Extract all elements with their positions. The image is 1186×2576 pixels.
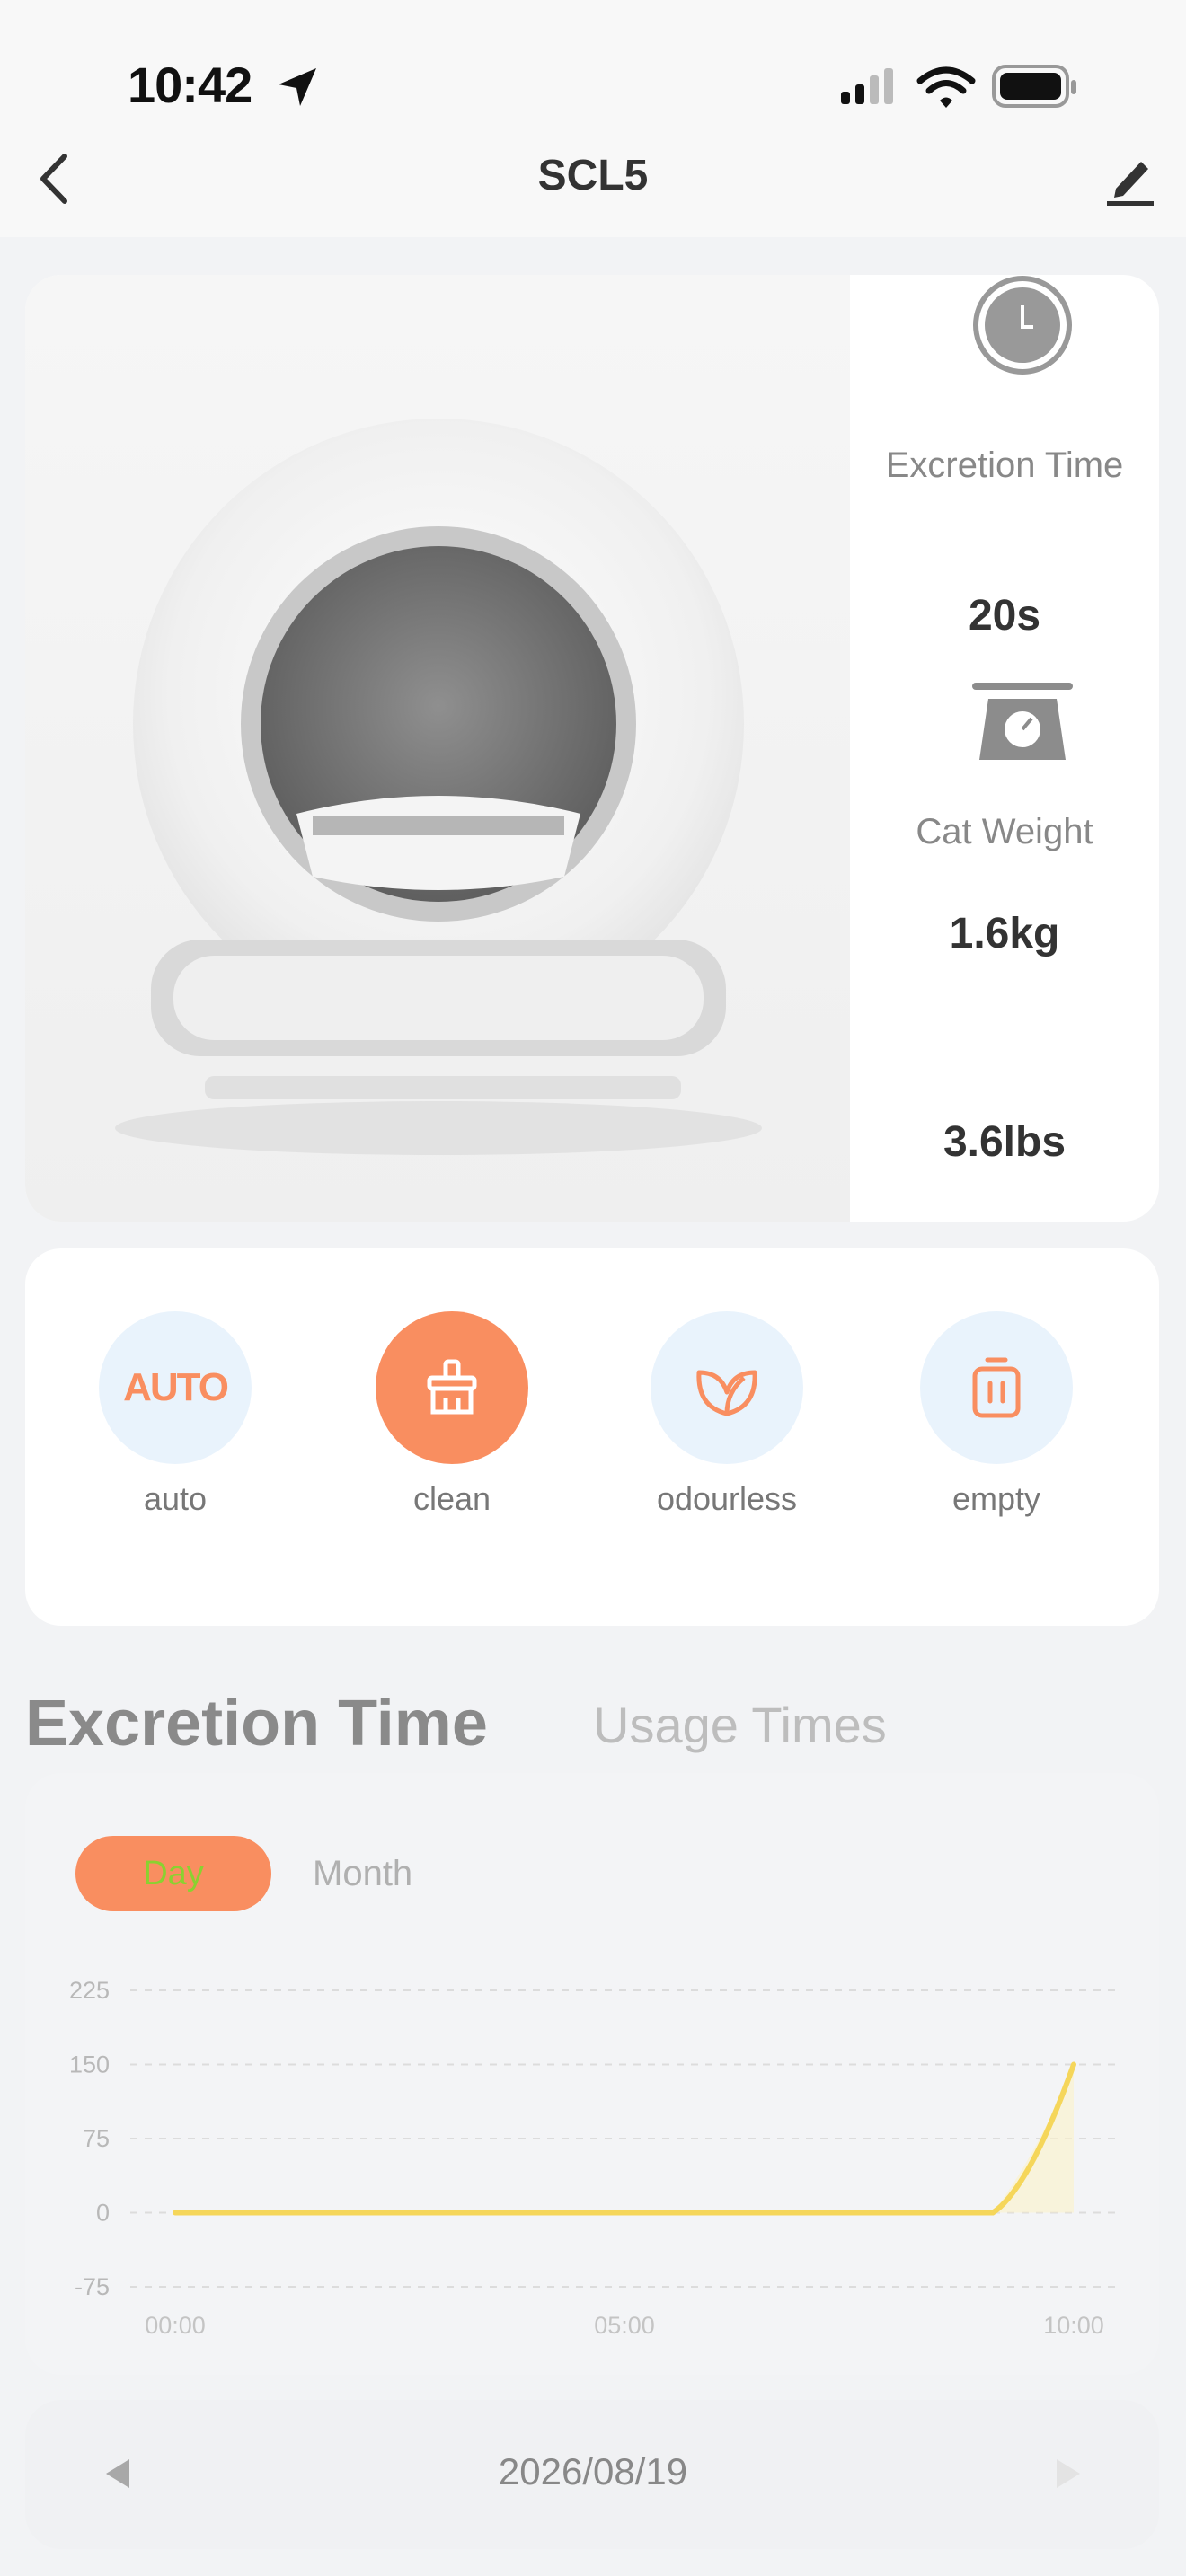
y-tick-label: -75 <box>75 2273 110 2300</box>
period-month-button[interactable]: Month <box>313 1854 412 1894</box>
broom-icon <box>427 1359 477 1415</box>
excretion-time-chart: 225 150 75 0 -75 00:00 05:00 10:00 <box>69 1977 1119 2339</box>
battery-icon <box>992 65 1076 108</box>
action-label-auto: auto <box>143 1480 208 1517</box>
y-tick-label: 0 <box>96 2200 110 2227</box>
x-tick-label: 10:00 <box>1043 2312 1104 2339</box>
tab-usage-times[interactable]: Usage Times <box>593 1696 887 1754</box>
edit-icon[interactable] <box>1103 151 1157 207</box>
action-label-odourless: odourless <box>656 1480 798 1517</box>
action-label-empty: empty <box>951 1480 1041 1517</box>
clock-icon <box>973 276 1072 375</box>
top-bar <box>0 0 1186 237</box>
scale-icon <box>972 683 1073 760</box>
tab-excretion-time[interactable]: Excretion Time <box>25 1687 488 1760</box>
action-panel: AUTO auto clean odourless empty <box>25 1248 1159 1626</box>
current-date: 2026/08/19 <box>498 2450 688 2492</box>
location-arrow-icon <box>279 68 316 106</box>
odourless-button[interactable] <box>651 1311 803 1464</box>
page-title: SCL5 <box>537 152 649 199</box>
next-date-icon[interactable] <box>1053 2457 1084 2490</box>
x-tick-label: 05:00 <box>594 2312 655 2339</box>
cat-weight-kg: 1.6kg <box>949 910 1060 957</box>
y-tick-label: 150 <box>69 2051 110 2078</box>
x-tick-label: 00:00 <box>145 2312 206 2339</box>
action-label-clean: clean <box>412 1480 491 1517</box>
device-card: Excretion Time 20s Cat Weight 1.6kg 3.6l… <box>25 275 1159 1222</box>
status-time: 10:42 <box>128 57 252 113</box>
series-area <box>993 2064 1074 2213</box>
period-day-button[interactable]: Day <box>75 1836 271 1911</box>
y-tick-label: 225 <box>69 1977 110 2004</box>
excretion-time-label: Excretion Time <box>885 446 1124 485</box>
leaf-icon <box>696 1370 757 1416</box>
y-tick-label: 75 <box>83 2125 110 2152</box>
clean-button[interactable] <box>376 1311 528 1464</box>
cat-weight-lbs: 3.6lbs <box>943 1118 1067 1166</box>
excretion-time-value: 20s <box>968 592 1041 640</box>
litter-box-image <box>25 275 850 1222</box>
auto-icon: AUTO <box>123 1365 229 1409</box>
trash-icon <box>972 1357 1021 1418</box>
wifi-icon <box>916 66 976 108</box>
auto-button[interactable]: AUTO <box>99 1311 252 1464</box>
signal-icon <box>841 68 893 104</box>
cat-weight-label: Cat Weight <box>916 812 1093 851</box>
empty-button[interactable] <box>920 1311 1073 1464</box>
